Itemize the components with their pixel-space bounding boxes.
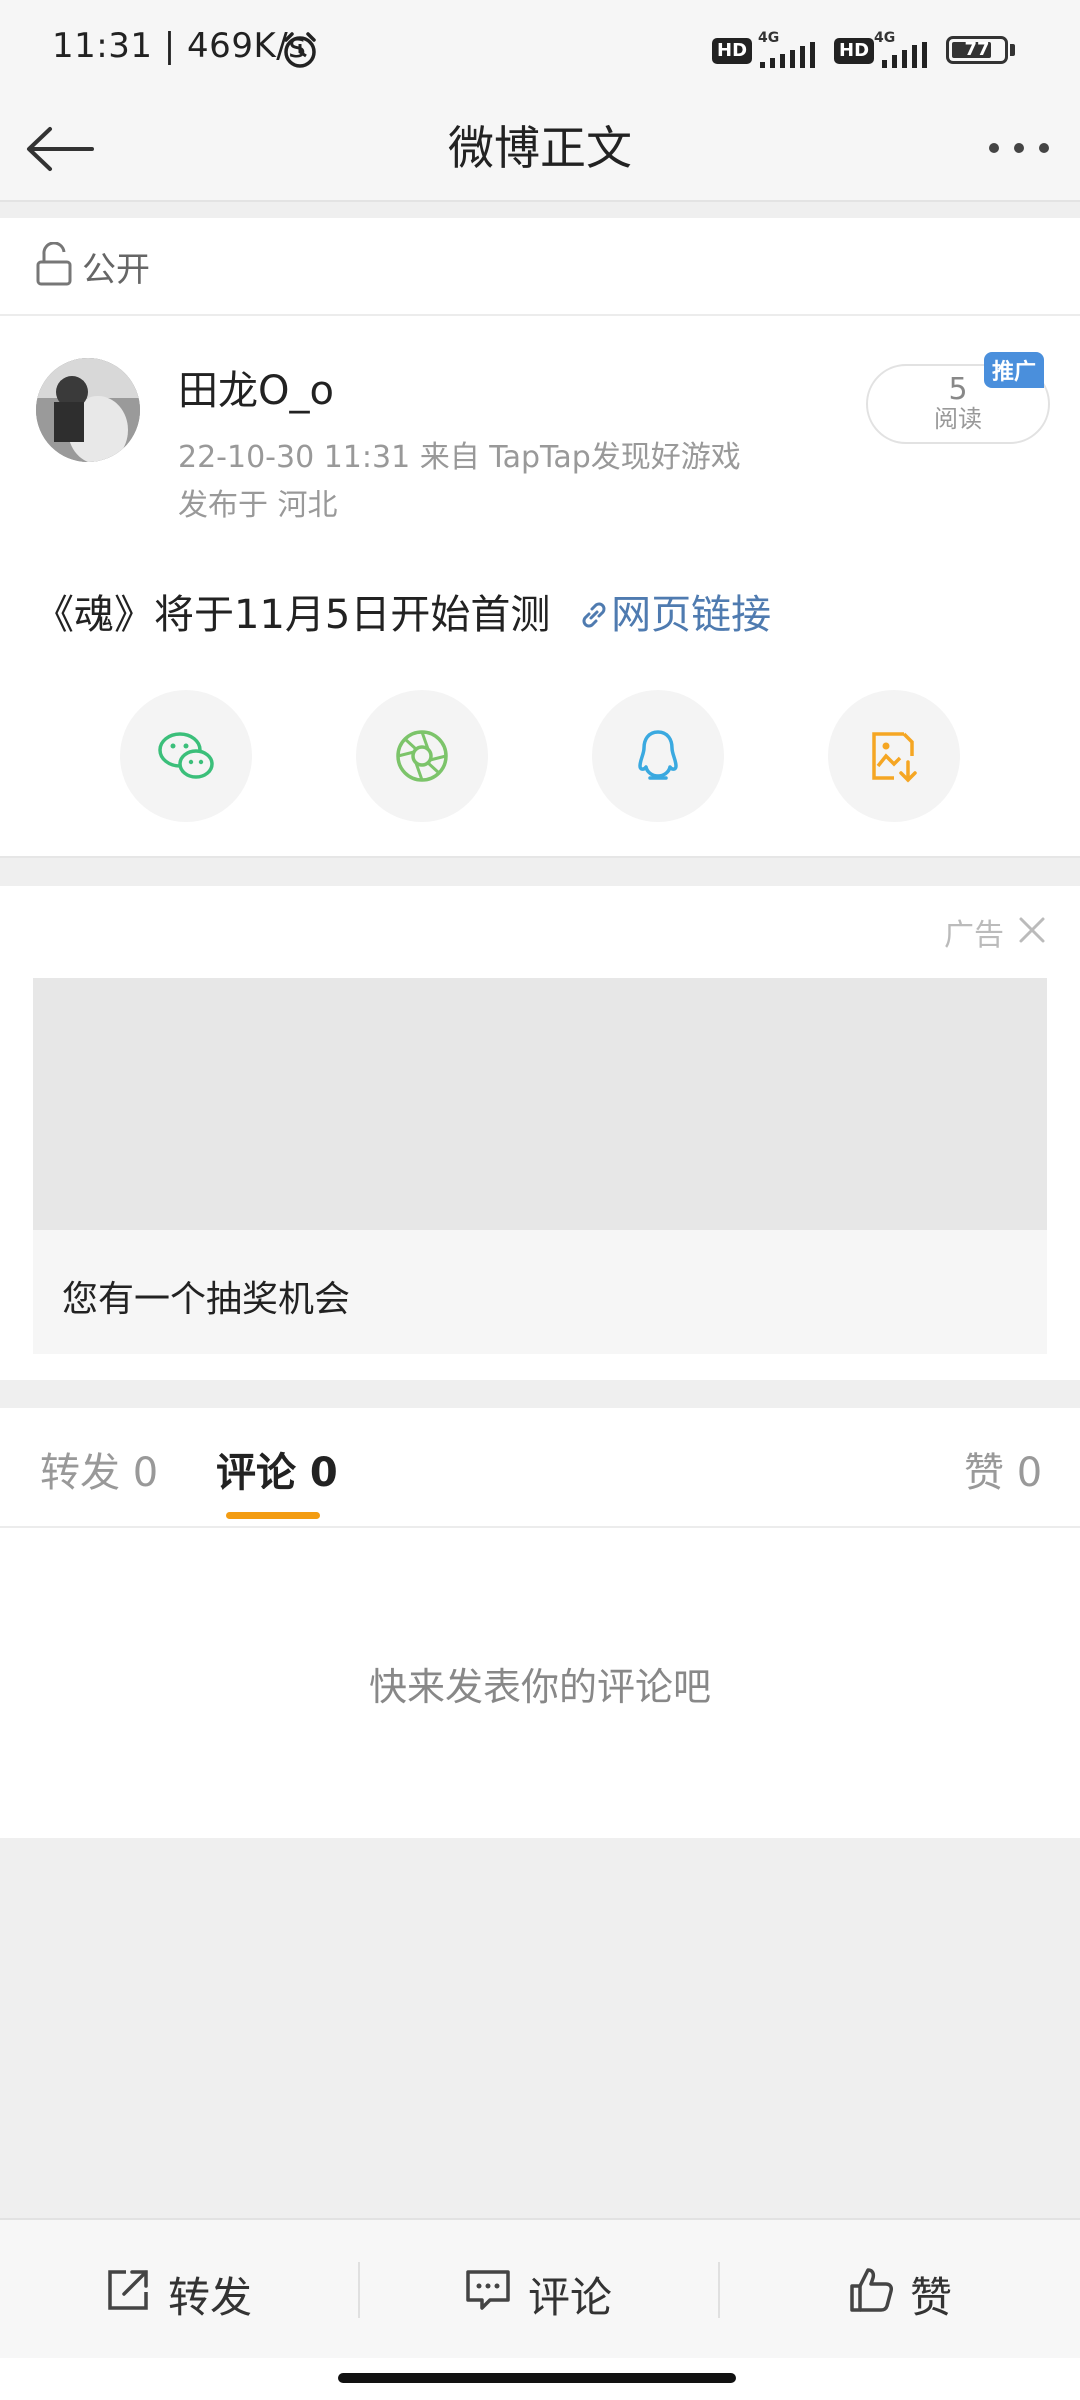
nav-bar: 微博正文 bbox=[0, 96, 1080, 202]
avatar[interactable] bbox=[36, 358, 140, 462]
page-title: 微博正文 bbox=[448, 121, 632, 175]
tab-comments[interactable]: 评论 0 bbox=[216, 1440, 338, 1498]
like-button[interactable]: 赞 bbox=[720, 2220, 1078, 2360]
home-indicator[interactable] bbox=[338, 2373, 736, 2383]
signal-icon bbox=[760, 42, 815, 68]
like-label: 赞 bbox=[910, 2273, 953, 2322]
unlock-icon bbox=[36, 242, 72, 286]
battery-icon: 77 bbox=[946, 36, 1008, 64]
save-image-icon bbox=[872, 732, 917, 783]
post-meta: 22-10-30 11:31 来自 TapTap发现好游戏 bbox=[178, 440, 741, 475]
qq-icon bbox=[638, 730, 678, 780]
comment-icon bbox=[466, 2270, 510, 2310]
tab-reposts[interactable]: 转发 0 bbox=[40, 1440, 158, 1498]
comment-label: 评论 bbox=[528, 2273, 613, 2322]
active-tab-indicator bbox=[226, 1512, 320, 1519]
ad-image[interactable] bbox=[33, 978, 1047, 1230]
alarm-icon bbox=[284, 32, 316, 68]
signal-icon bbox=[882, 42, 927, 68]
moments-icon bbox=[396, 730, 448, 782]
hd-badge: HD bbox=[712, 38, 753, 64]
section-divider bbox=[0, 1380, 1080, 1408]
comments-empty-state: 快来发表你的评论吧 bbox=[0, 1528, 1080, 1838]
battery-level-text: 77 bbox=[964, 39, 990, 60]
share-qq-button[interactable] bbox=[592, 690, 724, 822]
comment-button[interactable]: 评论 bbox=[360, 2220, 718, 2360]
repost-label: 转发 bbox=[168, 2273, 253, 2322]
close-icon[interactable] bbox=[1018, 916, 1046, 944]
empty-comments-text: 快来发表你的评论吧 bbox=[368, 1665, 711, 1709]
post-card: 田龙O_o 22-10-30 11:31 来自 TapTap发现好游戏 发布于 … bbox=[0, 316, 1080, 856]
repost-icon bbox=[108, 2270, 148, 2310]
wechat-icon bbox=[158, 732, 214, 779]
interaction-tabs: 转发 0 评论 0 赞 0 bbox=[0, 1408, 1080, 1528]
status-time: 11:31 | 469K/s bbox=[52, 26, 307, 66]
share-wechat-button[interactable] bbox=[120, 690, 252, 822]
author-name[interactable]: 田龙O_o bbox=[178, 358, 334, 416]
more-horizontal-icon[interactable] bbox=[986, 138, 1052, 158]
background-filler bbox=[0, 1838, 1080, 2218]
hd-badge: HD bbox=[834, 38, 875, 64]
thumbs-up-icon bbox=[850, 2268, 893, 2312]
visibility-label: 公开 bbox=[82, 250, 150, 290]
post-body: 《魂》将于11月5日开始首测 bbox=[34, 592, 551, 638]
promo-tag: 推广 bbox=[984, 352, 1045, 388]
post-location: 发布于 河北 bbox=[178, 488, 338, 523]
read-label: 阅读 bbox=[934, 405, 982, 433]
web-link[interactable]: 网页链接 bbox=[563, 592, 771, 638]
ad-caption: 您有一个抽奖机会 bbox=[62, 1279, 351, 1320]
ad-card[interactable]: 广告 您有一个抽奖机会 bbox=[0, 886, 1080, 1380]
battery-tip bbox=[1010, 44, 1015, 56]
link-icon bbox=[582, 602, 606, 628]
share-moments-button[interactable] bbox=[356, 690, 488, 822]
ad-label: 广告 bbox=[944, 918, 1004, 953]
section-divider bbox=[0, 202, 1080, 218]
web-link-label: 网页链接 bbox=[611, 592, 772, 638]
tab-likes[interactable]: 赞 0 bbox=[964, 1440, 1042, 1498]
bottom-action-bar: 转发 评论 赞 bbox=[0, 2218, 1080, 2360]
visibility-row[interactable]: 公开 bbox=[0, 218, 1080, 316]
post-text: 《魂》将于11月5日开始首测 网页链接 bbox=[34, 582, 771, 640]
arrow-left-icon[interactable] bbox=[24, 126, 96, 172]
section-divider bbox=[0, 856, 1080, 888]
repost-button[interactable]: 转发 bbox=[0, 2220, 358, 2360]
save-image-button[interactable] bbox=[828, 690, 960, 822]
